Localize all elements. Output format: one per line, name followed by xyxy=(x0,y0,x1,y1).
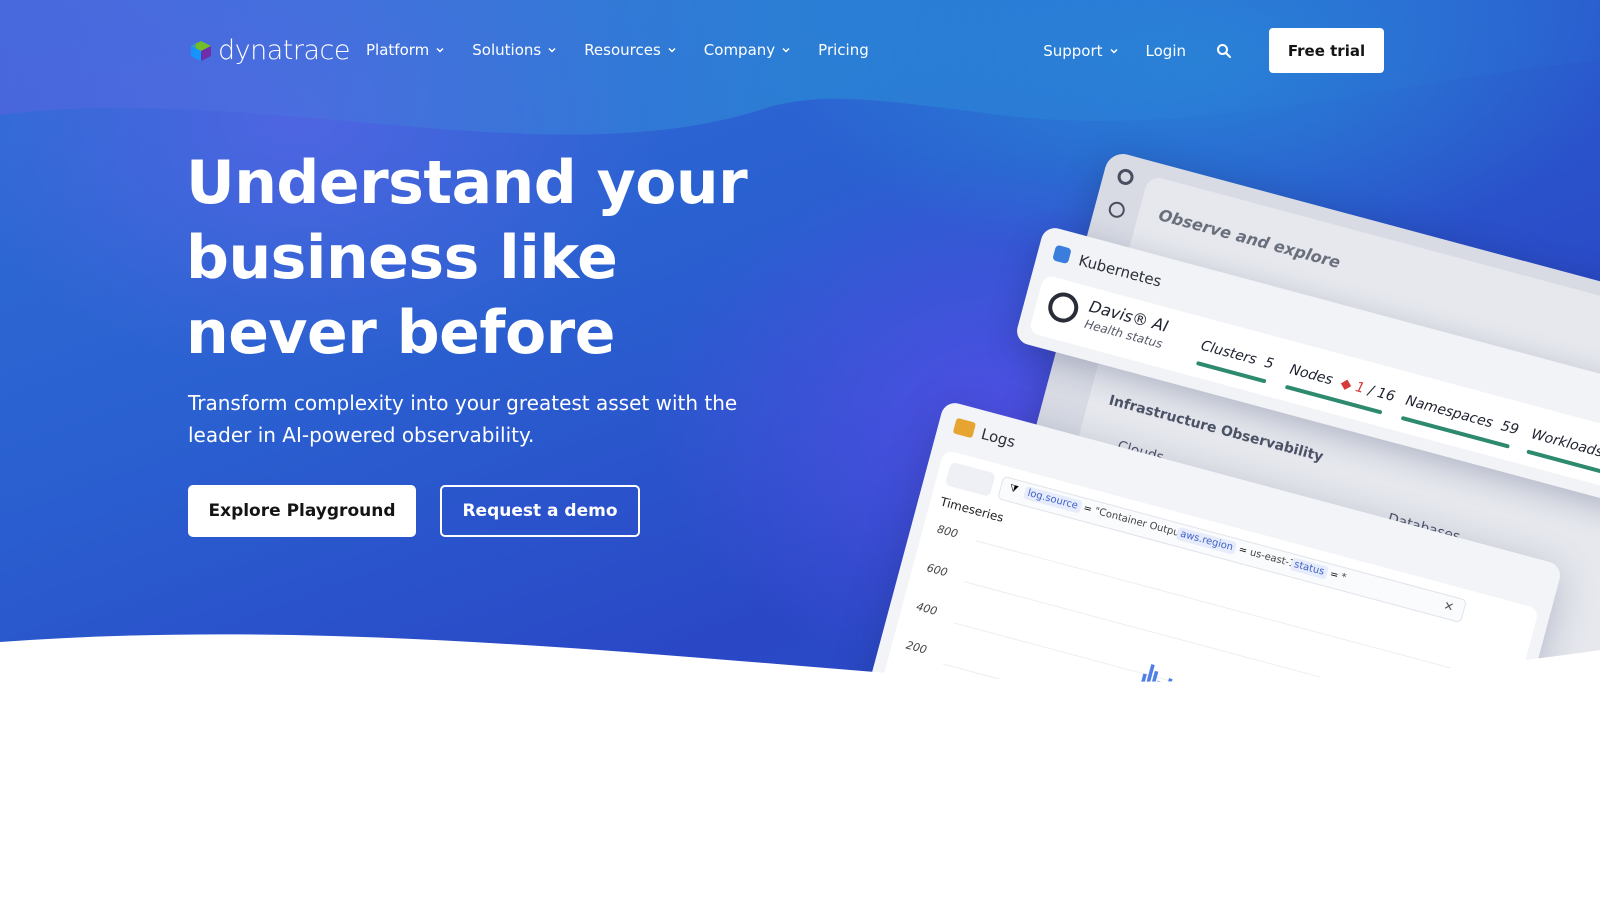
kubernetes-title: Kubernetes xyxy=(1076,251,1164,291)
chevron-down-icon xyxy=(548,47,556,53)
hero-cta-row: Explore Playground Request a demo xyxy=(188,485,640,537)
nav-company[interactable]: Company xyxy=(704,38,791,62)
nav-platform-label: Platform xyxy=(366,41,430,59)
free-trial-button[interactable]: Free trial xyxy=(1269,28,1384,73)
logs-filter-bar: ⧩ log.source = "Container Output" aws.re… xyxy=(997,475,1468,624)
dynatrace-logo[interactable]: dynatrace xyxy=(188,33,350,67)
clusters-metric: Clusters 5 xyxy=(1199,337,1276,373)
observe-explore-title: Observe and explore xyxy=(1156,205,1343,273)
explore-playground-button[interactable]: Explore Playground xyxy=(188,485,416,537)
nav-support-label: Support xyxy=(1043,41,1103,60)
filter-token-source: log.source = "Container Output" xyxy=(1023,486,1189,541)
nav-platform[interactable]: Platform xyxy=(366,38,445,62)
clouds-label: Clouds xyxy=(1115,438,1166,467)
chevron-down-icon xyxy=(436,47,444,53)
cube-dropdown-icon xyxy=(945,461,996,497)
nav-resources-label: Resources xyxy=(584,41,661,59)
workloads-bar xyxy=(1526,449,1600,480)
primary-nav: Platform Solutions Resources Company Pri… xyxy=(366,38,869,62)
hero-subheading: Transform complexity into your greatest … xyxy=(188,387,748,451)
request-demo-button[interactable]: Request a demo xyxy=(440,485,640,537)
secondary-nav: Support Login Free trial xyxy=(1043,28,1384,73)
logs-icon xyxy=(952,417,977,439)
nav-pricing[interactable]: Pricing xyxy=(818,38,869,62)
kubernetes-card: Kubernetes Davis® AI Health status Clust… xyxy=(1013,225,1600,507)
nav-pricing-label: Pricing xyxy=(818,41,869,59)
search-icon xyxy=(1106,199,1127,220)
nav-company-label: Company xyxy=(703,41,776,59)
chevron-down-icon xyxy=(1110,48,1118,54)
davis-ai-icon xyxy=(1044,289,1082,326)
logs-title: Logs xyxy=(979,424,1018,452)
y-tick-800: 800 xyxy=(935,522,960,541)
headline-line-1: Understand your xyxy=(186,148,748,218)
headline-line-2: business like xyxy=(186,223,618,293)
kubernetes-icon xyxy=(1052,244,1072,265)
infrastructure-label: Infrastructure Observability xyxy=(1107,392,1325,466)
logo-wordmark: dynatrace xyxy=(218,34,350,66)
chevron-down-icon xyxy=(782,47,790,53)
chevron-down-icon xyxy=(668,47,676,53)
filter-icon: ⧩ xyxy=(1007,482,1020,496)
davis-health-row: Davis® AI Health status Clusters 5 Nodes… xyxy=(1028,274,1600,493)
nav-login-label: Login xyxy=(1145,41,1186,60)
workloads-metric: Workloads xyxy=(1529,426,1600,461)
timeseries-label: Timeseries xyxy=(938,494,1006,525)
nav-login[interactable]: Login xyxy=(1146,39,1186,63)
nodes-metric: Nodes ◆ 1 / 16 xyxy=(1287,361,1397,406)
filter-token-status: status = * xyxy=(1289,557,1347,584)
search-button[interactable] xyxy=(1213,40,1235,62)
filter-token-region: aws.region = us-east-1 xyxy=(1175,526,1296,570)
subhead-line-2: leader in AI-powered observability. xyxy=(188,423,535,447)
headline-line-3: never before xyxy=(186,298,615,368)
nav-solutions[interactable]: Solutions xyxy=(472,38,557,62)
namespaces-metric: Namespaces 59 xyxy=(1403,392,1521,439)
davis-subtitle: Health status xyxy=(1083,316,1164,352)
search-icon xyxy=(1217,43,1231,58)
nodes-bar xyxy=(1284,384,1383,415)
hero-bottom-curve xyxy=(0,634,1600,900)
subhead-line-1: Transform complexity into your greatest … xyxy=(188,391,738,415)
dynatrace-logo-icon xyxy=(191,41,211,61)
y-tick-600: 600 xyxy=(925,561,949,580)
davis-title: Davis® AI xyxy=(1087,296,1171,336)
namespaces-bar xyxy=(1400,415,1510,449)
hero-section: Observe and explore Infrastructure Obser… xyxy=(0,0,1600,700)
databases-label: Databases xyxy=(1386,510,1462,546)
nav-solutions-label: Solutions xyxy=(472,41,542,59)
nav-support[interactable]: Support xyxy=(1043,39,1118,63)
nav-resources[interactable]: Resources xyxy=(584,38,677,62)
settings-icon xyxy=(1115,167,1136,187)
top-navigation: dynatrace Platform Solutions Resources C… xyxy=(0,0,1600,100)
hero-headline: Understand your business like never befo… xyxy=(186,146,806,371)
clusters-bar xyxy=(1195,360,1267,384)
